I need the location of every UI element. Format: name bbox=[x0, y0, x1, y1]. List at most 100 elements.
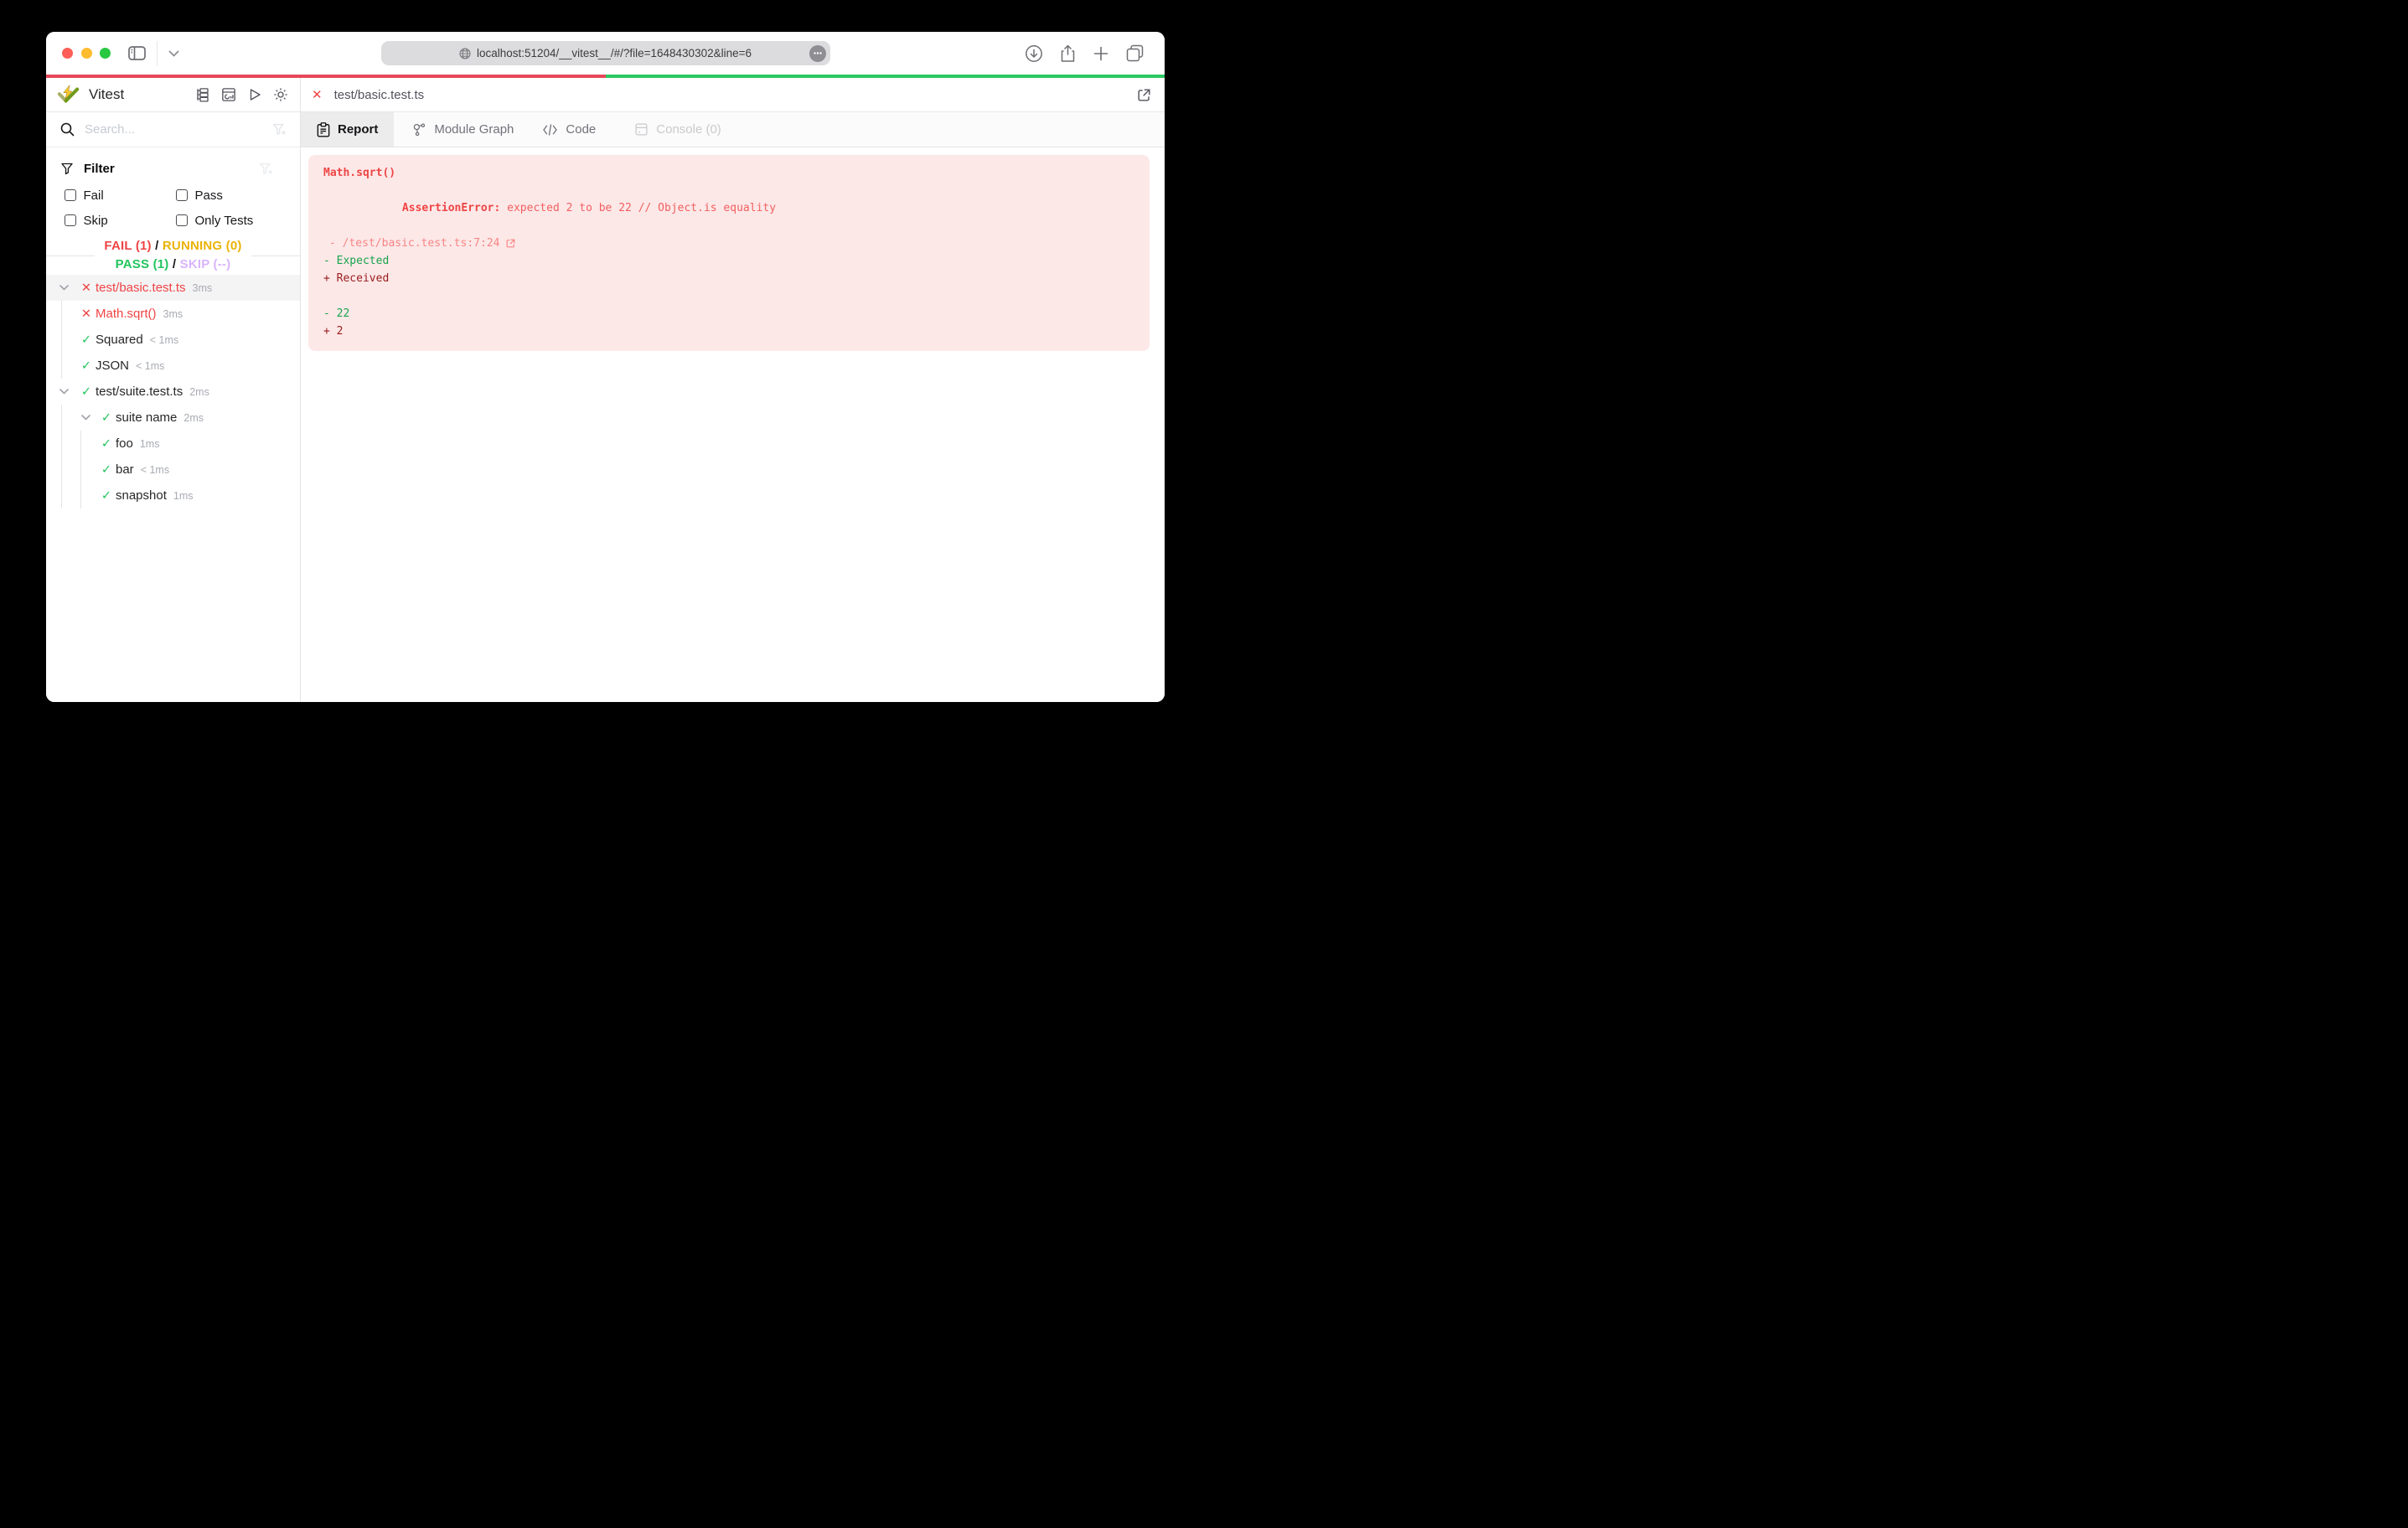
pass-check-icon: ✓ bbox=[101, 488, 112, 503]
duration-badge: 1ms bbox=[173, 489, 194, 502]
traffic-lights bbox=[62, 48, 111, 59]
fail-x-icon: ✕ bbox=[80, 307, 92, 321]
diff-blank-line bbox=[323, 287, 1134, 305]
tree-row-suite-name[interactable]: ✓ suite name 2ms bbox=[46, 405, 300, 431]
indent-guide bbox=[80, 457, 81, 483]
tree-row-squared[interactable]: ✓ Squared < 1ms bbox=[46, 327, 300, 353]
theme-toggle-button[interactable] bbox=[273, 87, 288, 102]
url-text: localhost:51204/__vitest__/#/?file=16484… bbox=[476, 47, 752, 59]
pass-checkbox[interactable] bbox=[176, 189, 188, 201]
tab-overview-button[interactable] bbox=[1126, 44, 1144, 62]
tab-group-chevron-icon[interactable] bbox=[168, 50, 179, 57]
zoom-window-button[interactable] bbox=[100, 48, 111, 59]
tab-report[interactable]: Report bbox=[301, 112, 395, 147]
collapse-tree-button[interactable] bbox=[195, 87, 210, 102]
duration-badge: 3ms bbox=[192, 281, 213, 294]
filter-option-fail[interactable]: Fail bbox=[65, 183, 176, 208]
sidebar-toggle-icon[interactable] bbox=[128, 46, 146, 60]
filter-option-pass[interactable]: Pass bbox=[176, 183, 300, 208]
pass-check-icon: ✓ bbox=[80, 333, 92, 347]
close-file-icon[interactable]: ✕ bbox=[312, 87, 323, 102]
dashboard-button[interactable] bbox=[221, 87, 236, 102]
tree-row-math-sqrt[interactable]: ✕ Math.sqrt() 3ms bbox=[46, 301, 300, 327]
duration-badge: 2ms bbox=[183, 411, 204, 424]
chevron-down-icon[interactable] bbox=[79, 415, 92, 421]
duration-badge: < 1ms bbox=[136, 359, 165, 372]
chevron-down-icon[interactable] bbox=[57, 389, 70, 395]
pass-check-icon: ✓ bbox=[80, 359, 92, 373]
indent-guide bbox=[80, 483, 81, 508]
address-bar[interactable]: localhost:51204/__vitest__/#/?file=16484… bbox=[380, 41, 830, 65]
open-file-path: test/basic.test.ts bbox=[333, 87, 425, 102]
duration-badge: 3ms bbox=[163, 307, 183, 320]
clear-search-filter-icon[interactable] bbox=[272, 122, 287, 137]
globe-icon bbox=[459, 47, 471, 59]
filter-funnel-icon bbox=[61, 163, 73, 174]
browser-window: localhost:51204/__vitest__/#/?file=16484… bbox=[46, 32, 1165, 702]
summary-running-count: RUNNING (0) bbox=[162, 239, 242, 253]
only-tests-checkbox[interactable] bbox=[176, 214, 188, 226]
toolbar-divider bbox=[157, 40, 158, 66]
tab-code[interactable]: Code bbox=[528, 112, 610, 147]
app-title: Vitest bbox=[89, 86, 125, 102]
duration-badge: < 1ms bbox=[140, 463, 170, 476]
pass-check-icon: ✓ bbox=[101, 436, 112, 451]
test-run-summary: FAIL (1) / RUNNING (0) PASS (1) / SKIP (… bbox=[46, 237, 300, 274]
tree-row-foo[interactable]: ✓ foo 1ms bbox=[46, 431, 300, 457]
tree-row-suite-test-file[interactable]: ✓ test/suite.test.ts 2ms bbox=[46, 379, 300, 405]
run-all-button[interactable] bbox=[247, 87, 262, 102]
tab-module-graph[interactable]: Module Graph bbox=[397, 112, 528, 147]
pass-check-icon: ✓ bbox=[101, 410, 112, 425]
share-button[interactable] bbox=[1060, 44, 1076, 63]
tree-row-snapshot[interactable]: ✓ snapshot 1ms bbox=[46, 483, 300, 508]
console-icon bbox=[635, 123, 648, 136]
indent-guide bbox=[61, 405, 62, 431]
tree-row-bar[interactable]: ✓ bar < 1ms bbox=[46, 457, 300, 483]
external-link-icon[interactable] bbox=[505, 238, 516, 249]
fail-checkbox[interactable] bbox=[65, 189, 76, 201]
filter-option-skip[interactable]: Skip bbox=[65, 208, 176, 233]
indent-guide bbox=[61, 483, 62, 508]
fail-checkbox-label: Fail bbox=[83, 188, 104, 203]
skip-checkbox[interactable] bbox=[65, 214, 76, 226]
code-icon bbox=[543, 123, 558, 136]
new-tab-button[interactable] bbox=[1093, 45, 1109, 62]
search-input[interactable] bbox=[85, 122, 272, 137]
page-settings-button[interactable] bbox=[809, 44, 826, 62]
indent-guide bbox=[61, 431, 62, 457]
open-in-editor-icon[interactable] bbox=[1136, 87, 1152, 103]
tree-row-basic-test-file[interactable]: ✕ test/basic.test.ts 3ms bbox=[46, 275, 300, 301]
main-pane: ✕ test/basic.test.ts Report Module Graph… bbox=[301, 78, 1165, 702]
filter-options: Fail Pass Skip Only Tests bbox=[46, 183, 300, 233]
tree-row-json[interactable]: ✓ JSON < 1ms bbox=[46, 353, 300, 379]
skip-checkbox-label: Skip bbox=[83, 213, 108, 228]
pass-checkbox-label: Pass bbox=[194, 188, 223, 203]
view-tabs: Report Module Graph Code Console (0) bbox=[301, 112, 1165, 147]
pass-check-icon: ✓ bbox=[80, 385, 92, 399]
module-graph-icon bbox=[414, 122, 426, 136]
failed-test-name: Math.sqrt() bbox=[323, 167, 396, 179]
filter-option-only-tests[interactable]: Only Tests bbox=[176, 208, 300, 233]
test-tree: ✕ test/basic.test.ts 3ms ✕ Math.sqrt() 3… bbox=[46, 275, 300, 508]
filter-title: Filter bbox=[84, 161, 115, 176]
browser-toolbar: localhost:51204/__vitest__/#/?file=16484… bbox=[46, 32, 1165, 75]
close-window-button[interactable] bbox=[62, 48, 73, 59]
downloads-button[interactable] bbox=[1025, 44, 1043, 63]
tab-console: Console (0) bbox=[620, 112, 736, 147]
diff-received-value: + 2 bbox=[323, 325, 344, 338]
chevron-down-icon[interactable] bbox=[57, 285, 70, 291]
duration-badge: 2ms bbox=[189, 385, 209, 398]
fail-x-icon: ✕ bbox=[80, 281, 92, 295]
stack-frame-link[interactable]: - /test/basic.test.ts:7:24 bbox=[329, 235, 500, 252]
pass-check-icon: ✓ bbox=[101, 462, 112, 477]
duration-badge: 1ms bbox=[139, 437, 160, 450]
summary-fail-count: FAIL (1) bbox=[104, 239, 152, 253]
diff-expected-label: - Expected bbox=[323, 255, 390, 267]
error-name: AssertionError: bbox=[401, 202, 501, 214]
indent-guide bbox=[61, 457, 62, 483]
error-message: expected 2 to be 22 // Object.is equalit… bbox=[500, 202, 777, 214]
indent-guide bbox=[61, 327, 62, 353]
error-report-panel: Math.sqrt() AssertionError: expected 2 t… bbox=[308, 155, 1150, 351]
minimize-window-button[interactable] bbox=[80, 48, 92, 59]
clear-filter-icon[interactable] bbox=[259, 162, 287, 176]
